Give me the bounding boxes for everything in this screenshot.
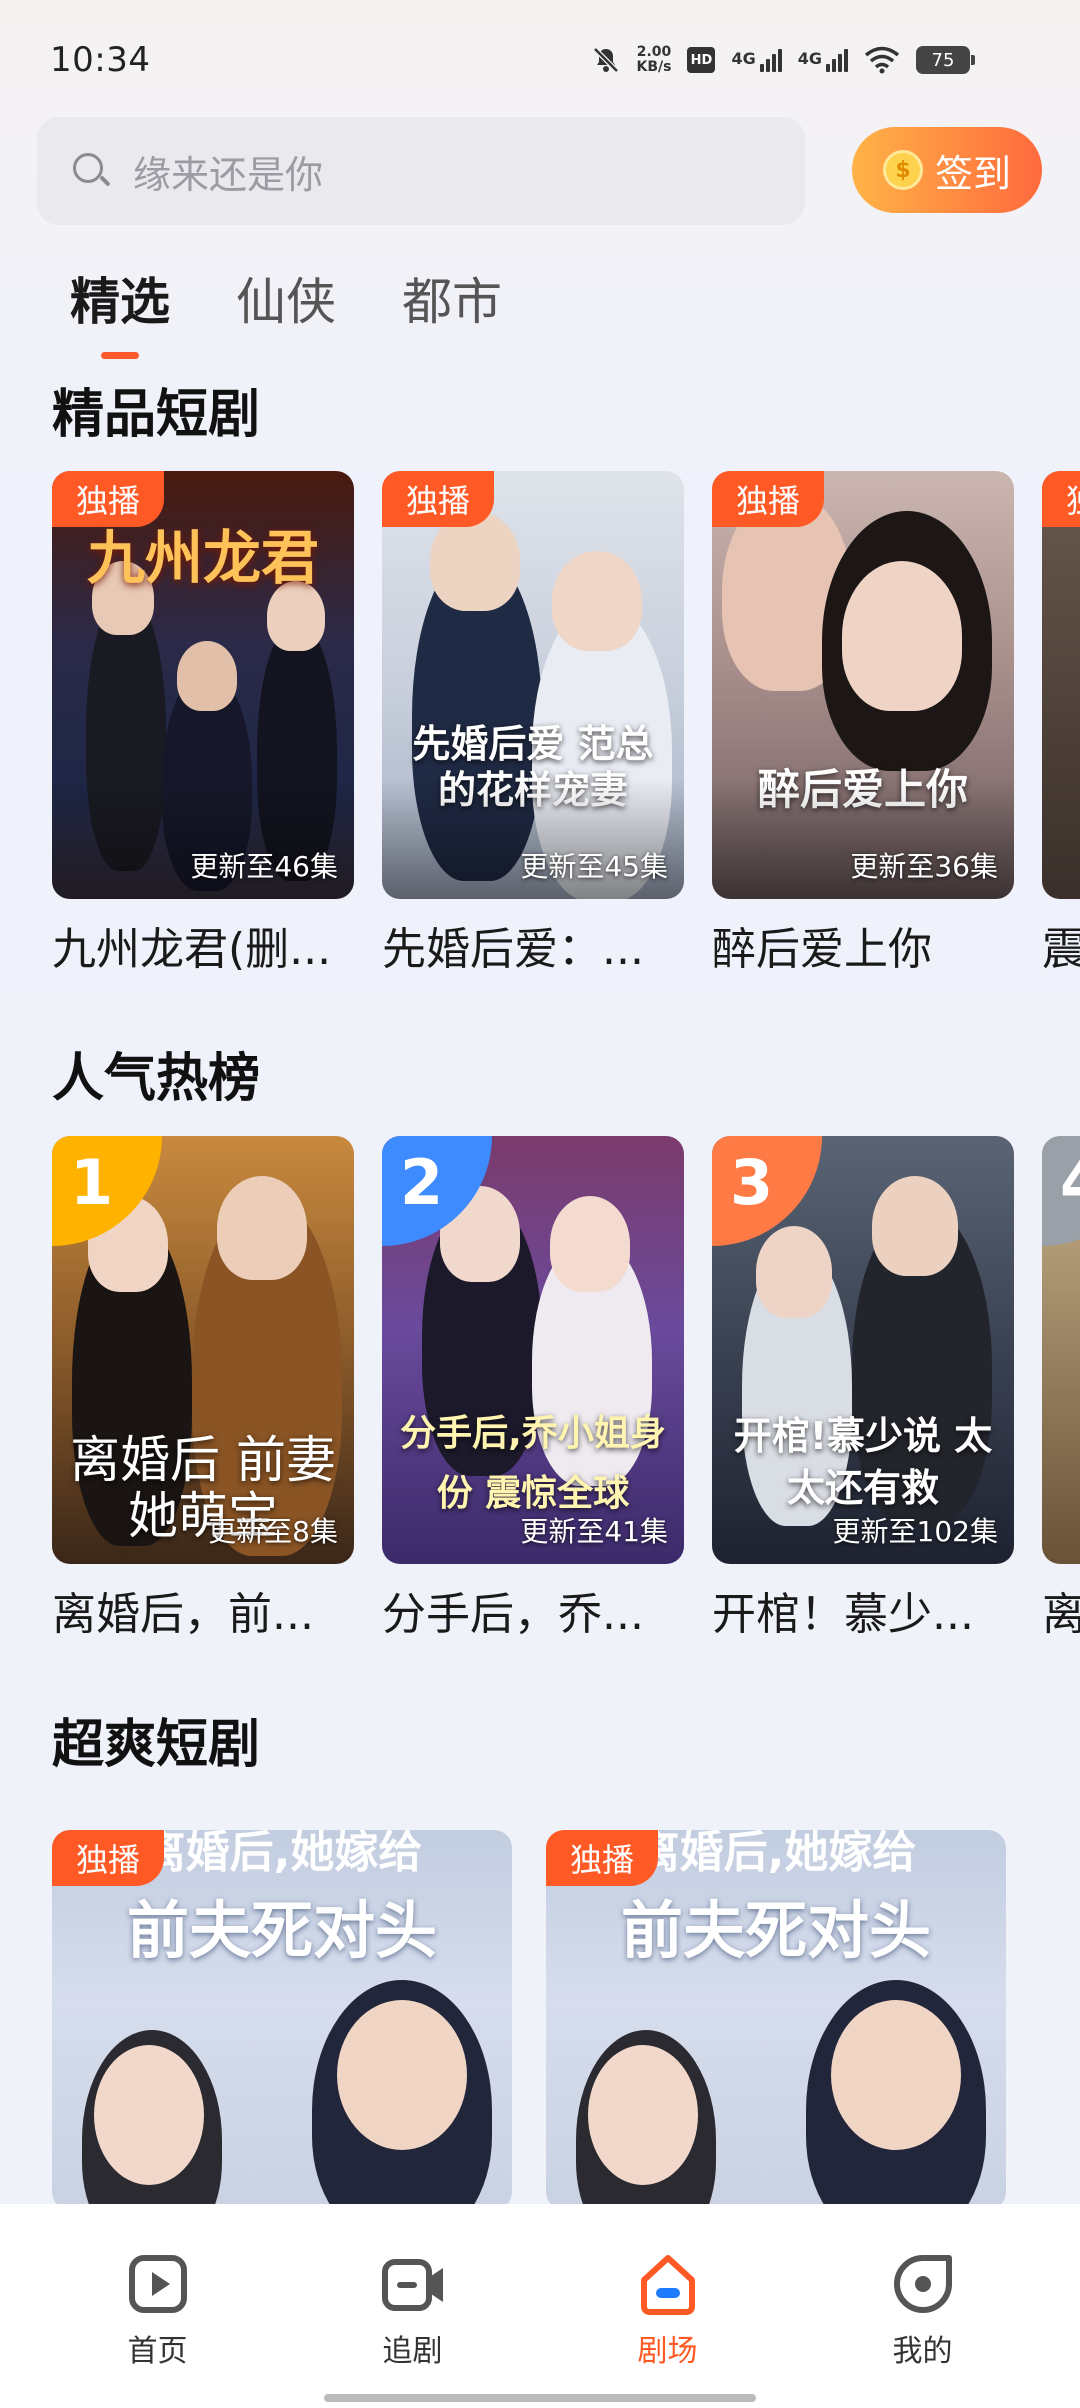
search-icon: [71, 151, 111, 191]
exclusive-badge: 独播: [712, 471, 825, 527]
exclusive-badge: 独: [1042, 471, 1080, 527]
episode-update: 更新至102集: [832, 1515, 998, 1548]
drama-card[interactable]: 离婚后,她嫁给 前夫死对头 独播: [546, 1830, 1006, 2210]
ranked-drama-card[interactable]: 分手后,乔小姐身份 震惊全球 2 更新至41集 分手后，乔...: [382, 1136, 684, 1642]
drama-title: 分手后，乔...: [382, 1589, 644, 1640]
poster: 独: [1042, 471, 1080, 899]
drama-card[interactable]: 离婚后,她嫁给 前夫死对头 独播: [52, 1830, 512, 2210]
drama-card[interactable]: 九州龙君 独播 更新至46集 九州龙君(删...: [52, 471, 354, 977]
theater-page: 10:34 2.00 KB/s HD 4G 4G 75 缘来还是你 $ 签到 精…: [0, 0, 1080, 2408]
wifi-icon: [864, 46, 900, 74]
rank-badge: 4: [1042, 1136, 1080, 1246]
nav-label: 追剧: [382, 2334, 443, 2369]
drama-card[interactable]: 先婚后爱 范总的花样宠妻 独播 更新至45集 先婚后爱：...: [382, 471, 684, 977]
tab-featured[interactable]: 精选: [70, 262, 170, 334]
drama-title: 九州龙君(删...: [52, 924, 332, 975]
nav-profile[interactable]: 我的: [823, 2252, 1023, 2408]
signal-label: 4G: [797, 48, 822, 68]
ranked-drama-card[interactable]: 开棺!慕少说 太太还有救 3 更新至102集 开棺！慕少...: [712, 1136, 1014, 1642]
exclusive-badge: 独播: [52, 471, 165, 527]
coin-icon: $: [882, 150, 923, 190]
status-bar: 10:34 2.00 KB/s HD 4G 4G 75: [0, 0, 1080, 120]
section-title-cool: 超爽短剧: [52, 1715, 261, 1775]
search-placeholder: 缘来还是你: [133, 152, 324, 197]
search-input[interactable]: 缘来还是你: [37, 117, 805, 225]
net-speed-unit: KB/s: [636, 59, 672, 75]
net-speed: 2.00 KB/s: [637, 45, 672, 75]
video-camera-icon: [381, 2259, 443, 2311]
nav-following[interactable]: 追剧: [313, 2252, 513, 2408]
exclusive-badge: 独播: [382, 471, 495, 527]
checkin-button[interactable]: $ 签到: [852, 127, 1042, 213]
drama-title: 离婚后，前...: [52, 1589, 314, 1640]
checkin-label: 签到: [934, 151, 1011, 196]
episode-update: 更新至36集: [850, 850, 998, 883]
status-icons: 2.00 KB/s HD 4G 4G 75: [591, 45, 975, 75]
poster-art-title: 分手后,乔小姐身份 震惊全球: [400, 1413, 666, 1514]
ranked-drama-card[interactable]: 离婚后 前妻她萌宝 1 更新至8集 离婚后，前...: [52, 1136, 354, 1642]
drama-title: 离: [1042, 1589, 1080, 1640]
nav-label: 我的: [892, 2334, 953, 2369]
ranked-drama-card[interactable]: 4 离: [1042, 1136, 1080, 1642]
drama-title: 醉后爱上你: [712, 924, 932, 975]
mute-icon: [592, 47, 619, 73]
hd-icon: HD: [687, 47, 716, 73]
clock: 10:34: [50, 40, 151, 80]
nav-home[interactable]: 首页: [58, 2252, 258, 2408]
episode-update: 更新至46集: [190, 850, 338, 883]
poster-art-title: 开棺!慕少说 太太还有救: [733, 1414, 993, 1510]
premium-row: 九州龙君 独播 更新至46集 九州龙君(删... 先婚后爱 范总的花样宠妻 独播…: [52, 471, 1080, 977]
exclusive-badge: 独播: [546, 1830, 659, 1886]
cool-row: 离婚后,她嫁给 前夫死对头 独播 离婚后,她嫁给 前夫死对头 独播: [52, 1830, 1006, 2210]
poster: 4: [1042, 1136, 1080, 1564]
poster-art-title: 前夫死对头: [620, 1894, 931, 1967]
theater-home-icon: [640, 2255, 695, 2315]
poster: 九州龙君 独播 更新至46集: [52, 471, 354, 899]
net-speed-value: 2.00: [636, 44, 672, 60]
drama-title: 开棺！慕少...: [712, 1589, 974, 1640]
exclusive-badge: 独播: [52, 1830, 165, 1886]
drama-title: 震: [1042, 924, 1080, 975]
bottom-nav: 首页 追剧 剧场 我的: [0, 2204, 1080, 2408]
nav-label: 剧场: [637, 2334, 698, 2369]
category-tabs: 精选 仙侠 都市: [70, 262, 502, 334]
home-indicator[interactable]: [324, 2394, 756, 2402]
play-icon: [128, 2255, 187, 2313]
poster: 先婚后爱 范总的花样宠妻 独播 更新至45集: [382, 471, 684, 899]
poster: 分手后,乔小姐身份 震惊全球 2 更新至41集: [382, 1136, 684, 1564]
tab-xianxia[interactable]: 仙侠: [236, 262, 336, 334]
drama-title: 先婚后爱：...: [382, 924, 644, 975]
drama-card[interactable]: 醉后爱上你 独播 更新至36集 醉后爱上你: [712, 471, 1014, 977]
poster: 开棺!慕少说 太太还有救 3 更新至102集: [712, 1136, 1014, 1564]
signal-icon: 4G: [731, 48, 782, 72]
episode-update: 更新至41集: [520, 1515, 668, 1548]
signal-icon: 4G: [797, 48, 848, 72]
tab-urban[interactable]: 都市: [402, 262, 502, 334]
poster-art-title: 前夫死对头: [126, 1894, 437, 1967]
section-title-premium: 精品短剧: [52, 385, 261, 445]
poster: 离婚后 前妻她萌宝 1 更新至8集: [52, 1136, 354, 1564]
nav-label: 首页: [127, 2334, 188, 2369]
battery-icon: 75: [916, 46, 975, 74]
episode-update: 更新至45集: [520, 850, 668, 883]
section-title-popular: 人气热榜: [52, 1049, 261, 1109]
nav-theater[interactable]: 剧场: [568, 2252, 768, 2408]
drama-card[interactable]: 独 震: [1042, 471, 1080, 977]
popular-row: 离婚后 前妻她萌宝 1 更新至8集 离婚后，前... 分手后,乔小姐身份 震惊全…: [52, 1136, 1080, 1642]
signal-label: 4G: [731, 48, 756, 68]
profile-icon: [893, 2255, 952, 2313]
tab-indicator: [101, 352, 139, 359]
episode-update: 更新至8集: [208, 1515, 338, 1548]
poster: 醉后爱上你 独播 更新至36集: [712, 471, 1014, 899]
